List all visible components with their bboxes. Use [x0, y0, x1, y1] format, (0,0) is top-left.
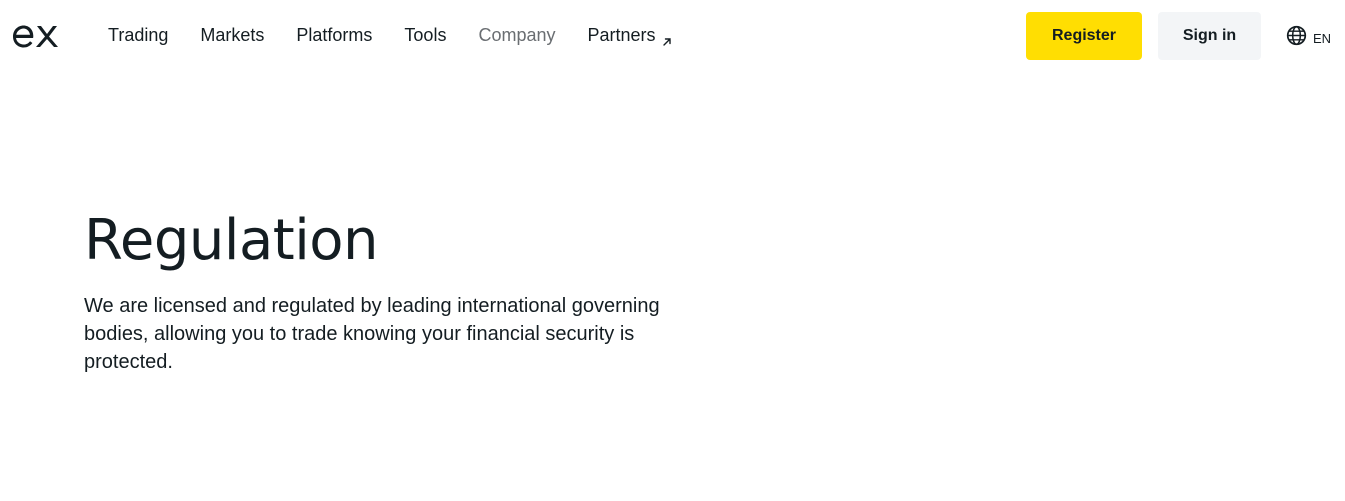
register-button[interactable]: Register: [1026, 12, 1142, 60]
nav-trading[interactable]: Trading: [108, 24, 168, 46]
nav-partners-label: Partners: [587, 25, 656, 45]
exness-logo[interactable]: [12, 21, 62, 49]
nav-trading-label: Trading: [108, 25, 169, 45]
nav-markets-label: Markets: [200, 25, 265, 45]
language-label: EN: [1313, 30, 1332, 46]
page-description: We are licensed and regulated by leading…: [84, 295, 660, 373]
sign-in-button[interactable]: Sign in: [1158, 12, 1261, 60]
main-nav: Trading Markets Platforms Tools Company …: [108, 24, 704, 46]
site-header: Trading Markets Platforms Tools Company …: [0, 0, 1345, 72]
sign-in-button-label: Sign in: [1182, 27, 1237, 44]
globe-icon: [1286, 25, 1307, 51]
external-arrow-icon: [662, 30, 672, 46]
nav-platforms-label: Platforms: [296, 25, 373, 45]
logo-mark: [13, 25, 58, 48]
page-title: Regulation: [84, 208, 379, 273]
register-button-label: Register: [1051, 27, 1117, 44]
nav-platforms[interactable]: Platforms: [296, 24, 372, 46]
nav-tools-label: Tools: [404, 25, 447, 45]
hero-section: Regulation We are licensed and regulated…: [84, 208, 704, 376]
nav-tools[interactable]: Tools: [404, 24, 446, 46]
nav-company-label: Company: [478, 25, 556, 45]
nav-markets[interactable]: Markets: [200, 24, 264, 46]
nav-partners[interactable]: Partners: [588, 24, 672, 46]
language-selector[interactable]: EN: [1286, 25, 1331, 51]
nav-company[interactable]: Company: [478, 24, 555, 46]
